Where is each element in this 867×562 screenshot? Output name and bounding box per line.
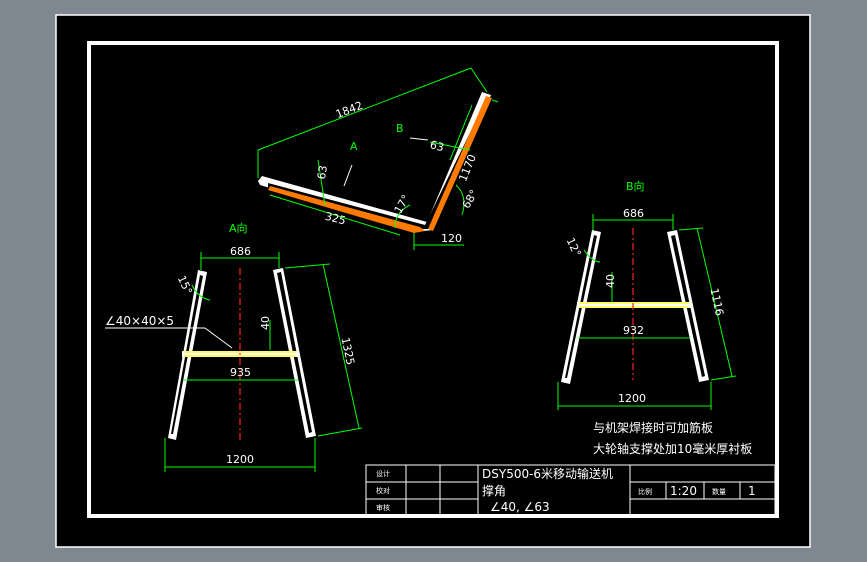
note-line-1: 与机架焊接时可加筋板 (593, 420, 713, 435)
materials: ∠40, ∠63 (490, 500, 550, 514)
cad-drawing-canvas: 1842 63 325 A B 63 1170 17° 68° 120 A向 6… (55, 14, 811, 548)
dim-120-label: 120 (441, 232, 462, 245)
note-line-2: 大轮轴支撑处加10毫米厚衬板 (593, 441, 752, 456)
dim-686-label: 686 (623, 207, 644, 220)
view-b-title: B向 (626, 179, 645, 193)
dim-686-label: 686 (230, 245, 251, 258)
scale-value: 1:20 (670, 484, 697, 498)
angle-steel-label: ∠40×40×5 (105, 314, 174, 328)
dim-1200-b-label: 1200 (618, 392, 646, 405)
dim-40-label: 40 (604, 274, 617, 288)
view-b-arrow-label: B (396, 122, 404, 135)
dim-935-label: 935 (230, 366, 251, 379)
drawing-title: DSY500-6米移动输送机 (482, 466, 613, 481)
part-name: 撑角 (482, 483, 506, 498)
scale-label: 比例 (638, 487, 652, 496)
qty-value: 1 (748, 484, 756, 498)
dim-40-label: 40 (259, 316, 272, 330)
view-a-title: A向 (229, 221, 248, 235)
dim-63-a-label: 63 (315, 164, 330, 180)
design-label: 设计 (376, 469, 390, 478)
qty-label: 数量 (712, 487, 726, 496)
dim-932-label: 932 (623, 324, 644, 337)
check-label: 校对 (376, 486, 390, 495)
view-a-arrow-label: A (350, 140, 358, 153)
dim-1200-a-label: 1200 (226, 453, 254, 466)
review-label: 审核 (376, 503, 390, 512)
